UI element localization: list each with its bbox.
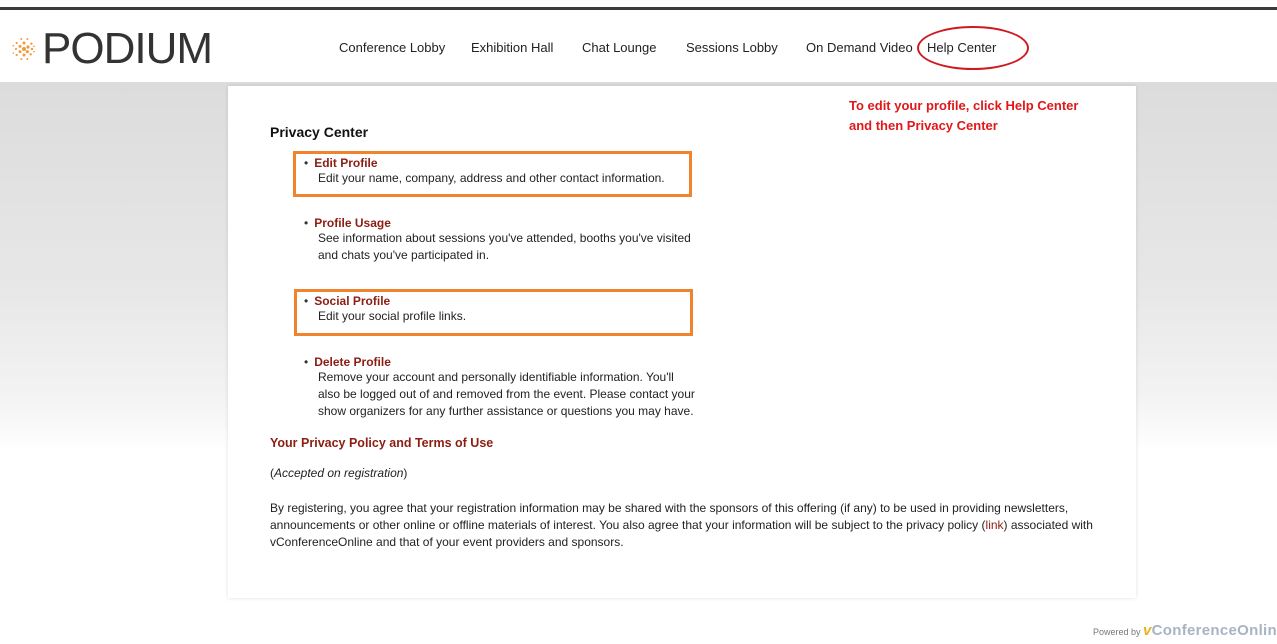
delete-profile-desc-line-1: Remove your account and personally ident… bbox=[318, 370, 674, 384]
policy-paragraph: By registering, you agree that your regi… bbox=[270, 500, 1120, 551]
nav-sessions-lobby[interactable]: Sessions Lobby bbox=[686, 40, 778, 55]
help-center-highlight-oval bbox=[917, 26, 1029, 70]
policy-text-part-1: By registering, you agree that your regi… bbox=[270, 501, 1069, 532]
privacy-item-delete-profile: • Delete Profile Remove your account and … bbox=[304, 355, 695, 420]
delete-profile-desc-line-2: also be logged out of and removed from t… bbox=[318, 387, 695, 401]
profile-usage-desc-line-2: and chats you've participated in. bbox=[318, 248, 490, 262]
brand-rest: ConferenceOnlin bbox=[1151, 622, 1277, 639]
starburst-icon bbox=[12, 38, 35, 60]
header: PODIUM Conference Lobby Exhibition Hall … bbox=[0, 10, 1277, 82]
profile-usage-link[interactable]: • Profile Usage bbox=[304, 216, 691, 230]
instruction-annotation: To edit your profile, click Help Center … bbox=[849, 96, 1078, 136]
bullet-icon: • bbox=[304, 355, 309, 369]
powered-by-text: Powered by bbox=[1092, 627, 1141, 637]
delete-profile-desc-line-3: show organizers for any further assistan… bbox=[318, 404, 694, 418]
nav-on-demand-video[interactable]: On Demand Video bbox=[806, 40, 913, 55]
nav-exhibition-hall[interactable]: Exhibition Hall bbox=[471, 40, 553, 55]
accepted-text: Accepted on registration bbox=[274, 466, 404, 480]
edit-profile-highlight-box bbox=[293, 151, 692, 197]
logo-text: PODIUM bbox=[42, 24, 213, 73]
annotation-line-1: To edit your profile, click Help Center bbox=[849, 98, 1079, 113]
vconferenceonline-logo[interactable]: vConferenceOnlin bbox=[1143, 622, 1277, 639]
nav-conference-lobby[interactable]: Conference Lobby bbox=[339, 40, 445, 55]
profile-usage-label: Profile Usage bbox=[314, 216, 391, 230]
powered-by-footer: Powered by vConferenceOnlin bbox=[1093, 622, 1277, 639]
accepted-note: (Accepted on registration) bbox=[270, 466, 407, 480]
brand-v: v bbox=[1142, 622, 1152, 639]
privacy-policy-title: Your Privacy Policy and Terms of Use bbox=[270, 436, 494, 450]
delete-profile-label: Delete Profile bbox=[314, 355, 391, 369]
delete-profile-link[interactable]: • Delete Profile bbox=[304, 355, 695, 369]
social-profile-highlight-box bbox=[294, 289, 693, 336]
privacy-policy-link[interactable]: link bbox=[986, 518, 1004, 532]
annotation-line-2: and then Privacy Center bbox=[849, 118, 998, 133]
nav-chat-lounge[interactable]: Chat Lounge bbox=[582, 40, 656, 55]
privacy-center-title: Privacy Center bbox=[270, 124, 369, 140]
profile-usage-desc-line-1: See information about sessions you've at… bbox=[318, 231, 691, 245]
bullet-icon: • bbox=[304, 216, 309, 230]
privacy-item-profile-usage: • Profile Usage See information about ses… bbox=[304, 216, 691, 264]
accepted-close-paren: ) bbox=[403, 466, 408, 480]
podium-logo[interactable]: PODIUM bbox=[12, 24, 213, 73]
